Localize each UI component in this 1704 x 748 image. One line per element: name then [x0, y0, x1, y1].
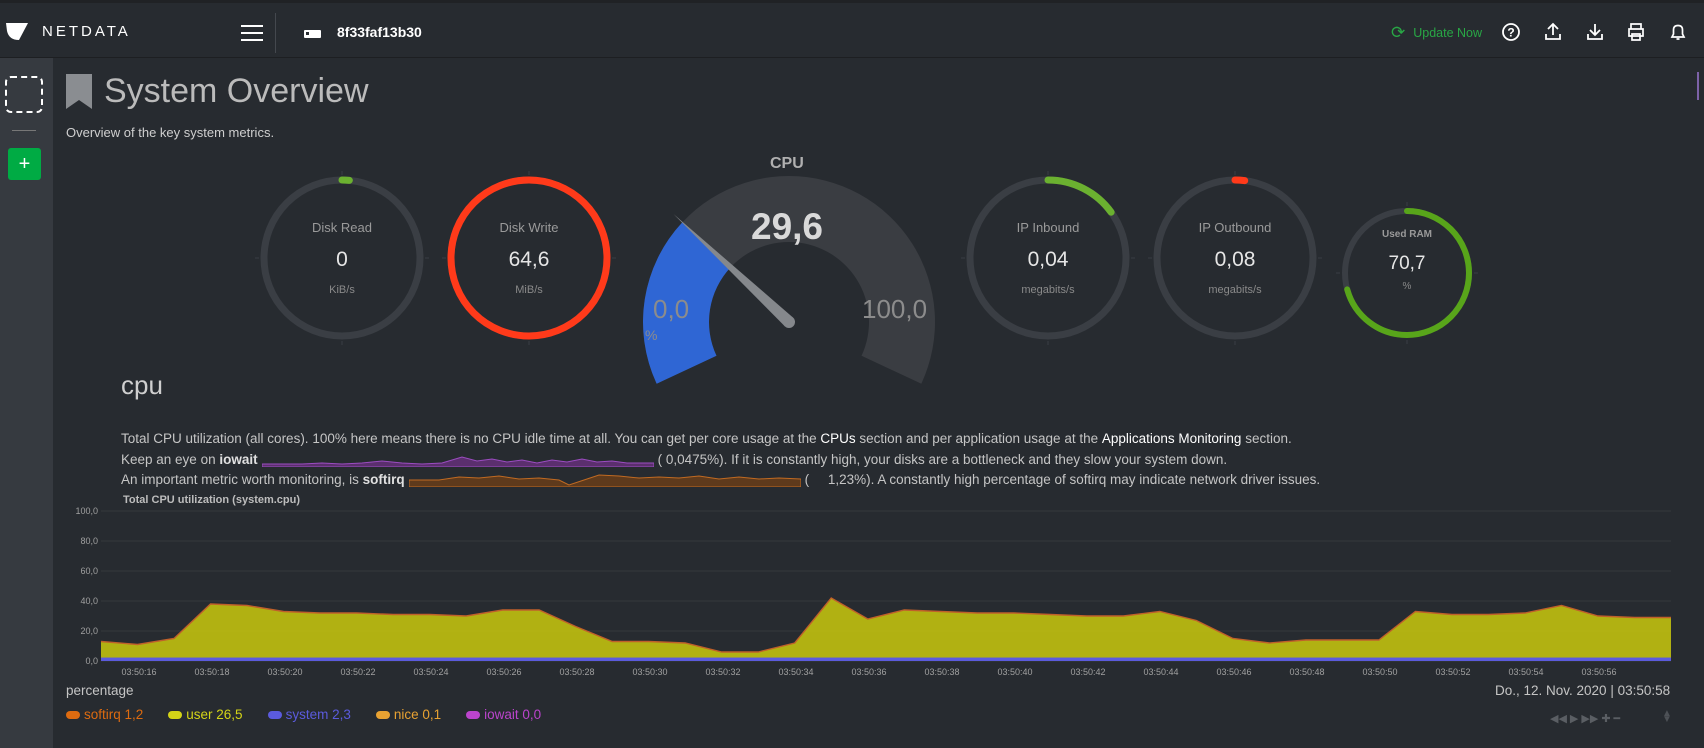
y-tick-label: 20,0 [80, 626, 98, 636]
chart-navigation: ◀◀ ▶ ▶▶ ✚ ━ [1550, 712, 1623, 725]
legend-item-system[interactable]: system 2,3 [267, 707, 351, 722]
x-tick-label: 03:50:22 [340, 667, 375, 677]
legend-label: softirq 1,2 [84, 707, 144, 722]
chart-units: percentage [66, 683, 134, 698]
x-tick-label: 03:50:52 [1435, 667, 1470, 677]
x-tick-label: 03:50:18 [194, 667, 229, 677]
legend-swatch [375, 710, 390, 719]
y-tick-label: 60,0 [80, 566, 98, 576]
x-tick-label: 03:50:54 [1508, 667, 1543, 677]
x-tick-label: 03:50:40 [997, 667, 1032, 677]
x-tick-label: 03:50:16 [121, 667, 156, 677]
chart-datetime: Do., 12. Nov. 2020 | 03:50:58 [1495, 683, 1671, 698]
legend-swatch [267, 710, 282, 719]
x-tick-label: 03:50:42 [1070, 667, 1105, 677]
series-system-area [101, 657, 1671, 661]
x-tick-label: 03:50:24 [413, 667, 448, 677]
x-tick-label: 03:50:36 [851, 667, 886, 677]
zoom-out-icon[interactable]: ━ [1614, 712, 1621, 725]
x-tick-label: 03:50:32 [705, 667, 740, 677]
y-tick-label: 0,0 [85, 656, 98, 666]
chart-legend: softirq 1,2 user 26,5 system 2,3 nice 0,1 io… [66, 707, 566, 722]
rewind-icon[interactable]: ◀◀ [1550, 712, 1567, 725]
legend-item-nice[interactable]: nice 0,1 [375, 707, 442, 722]
x-tick-label: 03:50:56 [1581, 667, 1616, 677]
cpu-chart[interactable]: 100,0 80,0 60,0 40,0 20,0 0,0 03:50:16 03:50:18… [0, 0, 1704, 748]
x-tick-label: 03:50:44 [1143, 667, 1178, 677]
legend-item-softirq[interactable]: softirq 1,2 [66, 707, 143, 722]
x-tick-label: 03:50:28 [559, 667, 594, 677]
series-user-area [101, 598, 1671, 661]
play-icon[interactable]: ▶ [1570, 712, 1578, 725]
x-tick-label: 03:50:26 [486, 667, 521, 677]
x-tick-label: 03:50:48 [1289, 667, 1324, 677]
legend-swatch [466, 710, 481, 719]
x-tick-label: 03:50:34 [778, 667, 813, 677]
x-tick-label: 03:50:20 [267, 667, 302, 677]
x-tick-label: 03:50:46 [1216, 667, 1251, 677]
legend-label: iowait 0,0 [484, 707, 542, 722]
y-tick-label: 80,0 [80, 536, 98, 546]
legend-swatch [66, 710, 80, 719]
legend-item-user[interactable]: user 26,5 [168, 707, 243, 722]
y-tick-label: 100,0 [75, 506, 98, 516]
legend-label: nice 0,1 [393, 707, 442, 722]
x-tick-label: 03:50:38 [924, 667, 959, 677]
fast-forward-icon[interactable]: ▶▶ [1581, 712, 1598, 725]
legend-label: system 2,3 [285, 707, 351, 722]
chart-resize-handle[interactable]: ▲ ▼ [1662, 709, 1672, 725]
x-tick-label: 03:50:50 [1362, 667, 1397, 677]
y-tick-label: 40,0 [80, 596, 98, 606]
x-tick-label: 03:50:30 [632, 667, 667, 677]
legend-swatch [168, 710, 183, 719]
legend-item-iowait[interactable]: iowait 0,0 [466, 707, 541, 722]
legend-label: user 26,5 [186, 707, 243, 722]
zoom-in-icon[interactable]: ✚ [1601, 712, 1610, 725]
